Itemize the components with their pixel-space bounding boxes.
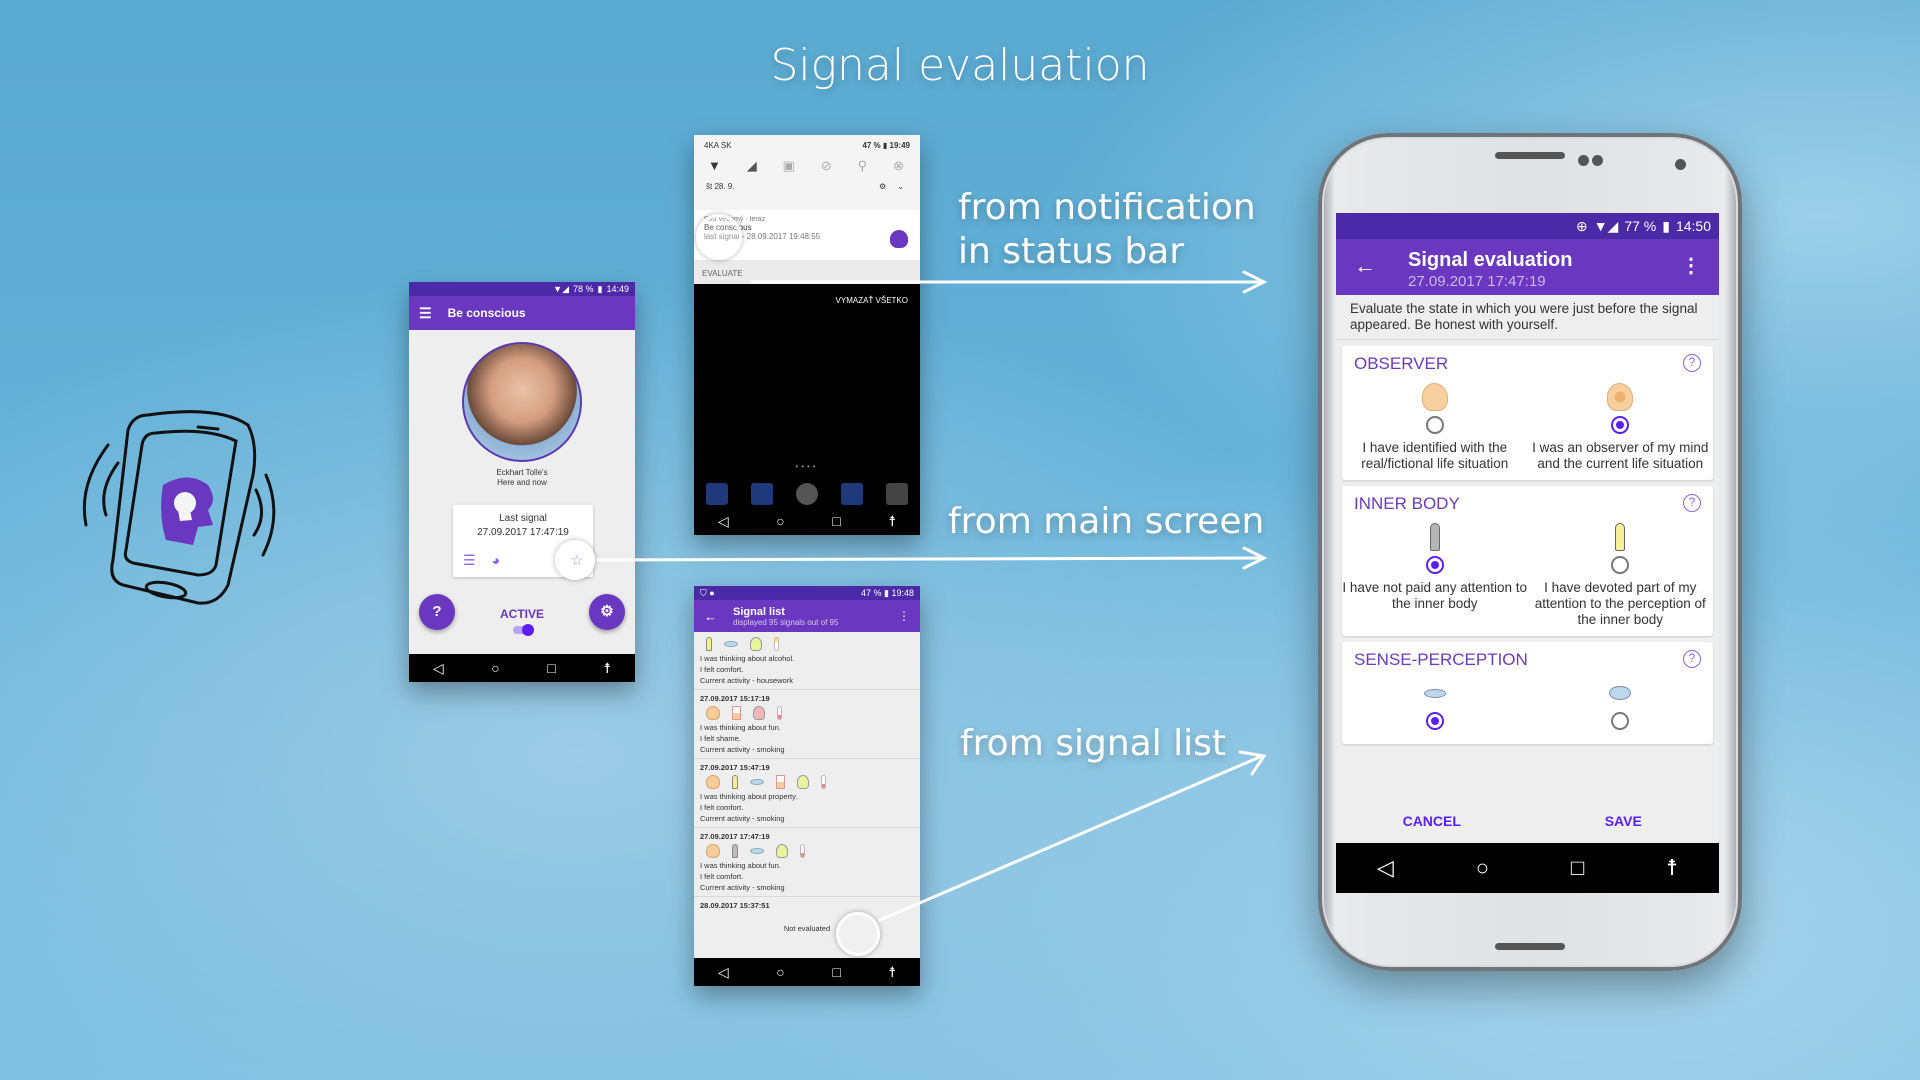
earpiece [1495, 152, 1565, 159]
radio-button[interactable] [1611, 712, 1630, 730]
option-observer[interactable]: I was an observer of my mind and the cur… [1528, 374, 1714, 480]
section-inner-body: INNER BODY ? I have not paid any attenti… [1342, 486, 1713, 636]
section-observer: OBSERVER ? I have identified with the re… [1342, 346, 1713, 480]
section-title: OBSERVER [1354, 354, 1449, 373]
option-label: I have identified with the real/fictiona… [1361, 440, 1509, 471]
option-open-eye[interactable] [1528, 670, 1714, 744]
status-bar: ⊕ ▼◢ 77 % ▮ 14:50 [1336, 213, 1719, 239]
option-label: I have not paid any attention to the inn… [1342, 580, 1528, 611]
radio-button-selected[interactable] [1611, 416, 1630, 434]
back-nav-icon[interactable]: ◁ [1377, 855, 1394, 881]
option-devoted-attention[interactable]: I have devoted part of my attention to t… [1528, 514, 1714, 636]
option-identified[interactable]: I have identified with the real/fictiona… [1342, 374, 1528, 480]
option-label: I was an observer of my mind and the cur… [1532, 440, 1709, 471]
open-eye-icon [1609, 686, 1632, 700]
accessibility-icon[interactable]: ☨ [1666, 855, 1678, 881]
dialog-actions: CANCEL SAVE [1336, 799, 1719, 843]
help-icon[interactable]: ? [1683, 650, 1701, 668]
evaluation-phone: ⊕ ▼◢ 77 % ▮ 14:50 ← Signal evaluation 27… [1318, 133, 1742, 971]
option-label: I have devoted part of my attention to t… [1534, 580, 1706, 627]
back-arrow-icon[interactable]: ← [1354, 253, 1376, 279]
radio-button-selected[interactable] [1425, 712, 1444, 730]
help-icon[interactable]: ? [1683, 354, 1701, 372]
radio-button[interactable] [1425, 416, 1444, 434]
grey-body-icon [1429, 523, 1440, 551]
section-sense-perception: SENSE-PERCEPTION ? [1342, 642, 1713, 744]
radio-button[interactable] [1611, 556, 1630, 574]
cancel-button[interactable]: CANCEL [1336, 799, 1528, 843]
app-bar: ← Signal evaluation 27.09.2017 17:47:19 … [1336, 239, 1719, 295]
help-icon[interactable]: ? [1683, 494, 1701, 512]
status-time: 14:50 [1675, 218, 1711, 234]
data-saver-icon: ⊕ [1575, 217, 1588, 234]
arrow-signal-list [878, 754, 1264, 922]
sensor [1592, 155, 1603, 166]
yellow-body-icon [1615, 523, 1626, 551]
battery-icon: ▮ [1662, 217, 1670, 234]
sensor [1578, 155, 1589, 166]
front-camera [1675, 159, 1686, 170]
option-no-attention[interactable]: I have not paid any attention to the inn… [1342, 514, 1528, 636]
bottom-speaker [1495, 943, 1565, 950]
screen-subtitle: 27.09.2017 17:47:19 [1408, 273, 1546, 290]
battery-level: 77 % [1624, 218, 1657, 234]
wifi-icon: ▼◢ [1593, 217, 1619, 234]
section-title: INNER BODY [1354, 494, 1460, 513]
arrow-main-screen [596, 556, 1264, 562]
more-options-icon[interactable]: ⋮ [1681, 253, 1701, 278]
recents-nav-icon[interactable]: □ [1571, 855, 1584, 881]
evaluation-screen: ⊕ ▼◢ 77 % ▮ 14:50 ← Signal evaluation 27… [1336, 213, 1719, 893]
nav-bar: ◁ ○ □ ☨ [1336, 843, 1719, 893]
radio-button-selected[interactable] [1425, 556, 1444, 574]
save-button[interactable]: SAVE [1528, 799, 1720, 843]
option-closed-eye[interactable] [1342, 670, 1528, 744]
intro-text: Evaluate the state in which you were jus… [1336, 295, 1719, 340]
screen-title: Signal evaluation [1408, 249, 1573, 271]
half-closed-eye-icon [1423, 688, 1446, 698]
section-title: SENSE-PERCEPTION [1354, 650, 1528, 669]
home-nav-icon[interactable]: ○ [1476, 855, 1489, 881]
head-icon [1421, 383, 1448, 411]
observer-head-icon [1607, 383, 1634, 411]
